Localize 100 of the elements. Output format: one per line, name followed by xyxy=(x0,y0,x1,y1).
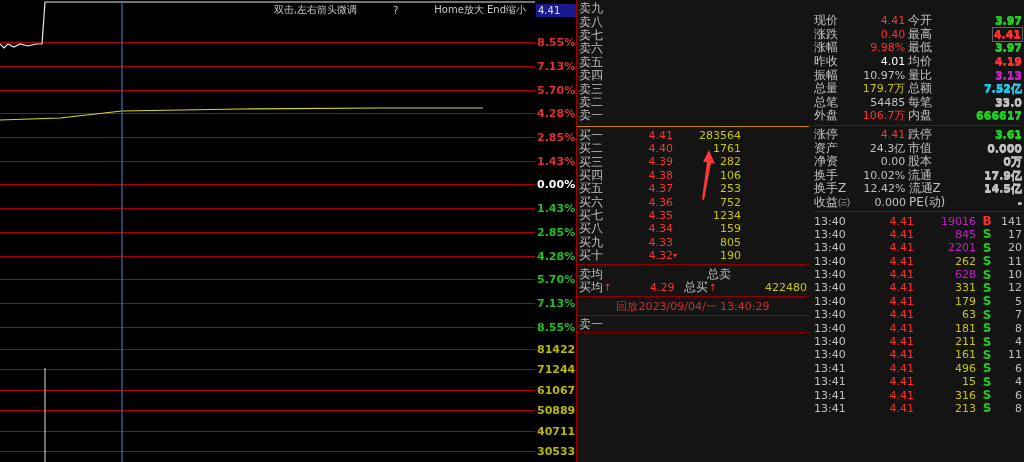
tick-price: 4.41 xyxy=(888,361,914,375)
bid-level-label: 买九 xyxy=(579,234,603,249)
stat-label: 市值 xyxy=(908,140,934,155)
tick-price: 4.41 xyxy=(888,308,914,322)
tick-volume: 211 xyxy=(955,335,976,348)
axis-label: 5.70% xyxy=(536,273,576,287)
tick-volume: 628 xyxy=(955,268,976,282)
tick-volume: 262 xyxy=(955,254,976,268)
tick-count: 6 xyxy=(1014,388,1022,402)
up-mark: ↑ xyxy=(603,282,612,293)
help-mark[interactable]: ? xyxy=(392,4,399,16)
tick-count: 17 xyxy=(1007,227,1022,241)
tick-price: 4.41 xyxy=(888,281,914,295)
ask-level-label: 卖八 xyxy=(579,14,603,29)
replay-time: 回放2023/09/04/一 13:40:29 xyxy=(616,300,770,314)
stat-label: 换手Z xyxy=(814,181,847,196)
quote-value: 33.0 xyxy=(994,95,1022,109)
tick-side: S xyxy=(982,388,992,403)
quote-value: 9.98% xyxy=(869,41,906,55)
arrow-annotation xyxy=(701,150,715,200)
tick-price: 4.41 xyxy=(888,388,914,402)
quote-value: 4.41 xyxy=(992,27,1022,41)
tick-side: S xyxy=(982,334,992,349)
zoom-hint: Home放大 End缩小 xyxy=(434,3,526,17)
bid-volume: 1234 xyxy=(712,209,741,223)
tick-time: 13:41 xyxy=(814,361,847,375)
tick-side: S xyxy=(982,401,992,416)
quote-label: 每笔 xyxy=(908,94,934,109)
axis-label: 61067 xyxy=(536,383,576,397)
tick-volume: 845 xyxy=(955,227,976,241)
tick-volume: 2201 xyxy=(948,241,976,255)
quote-label: 最高 xyxy=(908,26,934,41)
bid-level-label: 买十 xyxy=(579,248,603,265)
tick-time: 13:40 xyxy=(814,308,847,322)
bid-average-value: 4.29 xyxy=(648,281,675,294)
quote-label: 外盘 xyxy=(814,108,839,125)
bid-price: 4.35 xyxy=(647,209,673,223)
tick-time: 13:41 xyxy=(814,388,847,402)
stat-label: 流通 xyxy=(908,167,934,182)
tick-count: 6 xyxy=(1014,361,1022,375)
stat-value: 0万 xyxy=(1003,154,1022,170)
bid-price: 4.34 xyxy=(647,222,673,236)
tick-time: 13:40 xyxy=(814,214,847,228)
ask-level-label: 卖九 xyxy=(579,0,603,16)
tick-volume: 316 xyxy=(955,388,976,402)
tick-count: 5 xyxy=(1014,294,1022,308)
tick-volume: 496 xyxy=(955,361,976,375)
bid-level-label: 买二 xyxy=(579,141,603,156)
tick-count: 4 xyxy=(1014,335,1022,348)
quote-label: 今开 xyxy=(908,12,934,28)
bid-price: 4.33 xyxy=(647,235,673,249)
axis-label: 0.00% xyxy=(536,178,576,192)
axis-label: 81422 xyxy=(536,342,576,356)
stat-value: 0.00 xyxy=(879,155,906,169)
bid-volume: 253 xyxy=(719,182,741,196)
tick-time: 13:41 xyxy=(814,375,847,389)
tick-count: 11 xyxy=(1007,348,1022,362)
tick-price: 4.41 xyxy=(888,401,914,415)
tick-side: S xyxy=(982,280,992,295)
bid-level-label: 买七 xyxy=(579,208,603,223)
axis-label: 8.55% xyxy=(536,36,576,50)
stat-value: 0.000 xyxy=(987,141,1022,155)
down-mark: ▾ xyxy=(673,251,677,261)
bid-level-label: 买八 xyxy=(579,221,603,236)
tick-time: 13:40 xyxy=(814,281,847,295)
bid-price: 4.36 xyxy=(647,195,673,209)
axis-label: 7.13% xyxy=(536,60,576,74)
bid-volume: 282 xyxy=(719,155,741,169)
quote-label: 总笔 xyxy=(814,94,839,109)
tick-volume: 63 xyxy=(962,308,976,322)
quote-label: 涨跌 xyxy=(814,26,839,41)
quote-label: 振幅 xyxy=(814,67,839,82)
tick-count: 8 xyxy=(1014,401,1022,415)
stat-value: 12.42% xyxy=(862,182,906,196)
stat-value: 24.3亿 xyxy=(868,140,906,156)
stat-label: PE(动) xyxy=(909,194,946,211)
tick-count: 7 xyxy=(1014,308,1022,322)
ask-level-label: 卖三 xyxy=(579,81,603,96)
tick-time: 13:40 xyxy=(814,227,847,241)
tick-count: 11 xyxy=(1007,254,1022,268)
tick-time: 13:40 xyxy=(814,254,847,268)
quote-value: 10.97% xyxy=(862,68,906,82)
tick-volume: 331 xyxy=(955,281,976,295)
stat-label: 跌停 xyxy=(908,126,934,142)
quote-label: 量比 xyxy=(908,67,934,82)
tick-price: 4.41 xyxy=(888,348,914,362)
axis-label: 1.43% xyxy=(536,154,576,168)
axis-label: 40711 xyxy=(536,424,576,438)
tick-time: 13:40 xyxy=(814,294,847,308)
quote-label: 均价 xyxy=(908,53,934,69)
tick-time: 13:40 xyxy=(814,241,847,255)
bid-volume: 106 xyxy=(719,168,741,182)
tick-time: 13:40 xyxy=(814,335,847,348)
axis-label: 30533 xyxy=(536,445,576,459)
axis-label: 2.85% xyxy=(536,131,576,145)
quote-value: 666617 xyxy=(976,109,1022,123)
bid-volume: 752 xyxy=(719,195,741,209)
quote-label: 现价 xyxy=(814,12,839,28)
bid-price: 4.39 xyxy=(647,155,673,169)
quote-value: 106.7万 xyxy=(861,108,906,124)
